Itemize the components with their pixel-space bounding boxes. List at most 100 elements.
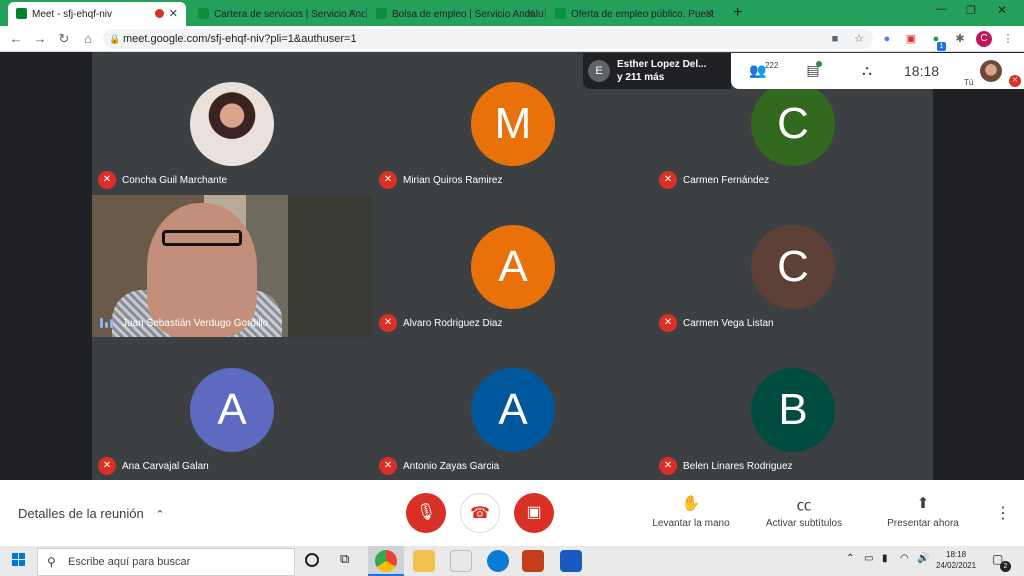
reload-button[interactable]: ↻ — [56, 31, 72, 47]
participant-tile[interactable]: B ✕ Belen Linares Rodriguez — [653, 338, 933, 480]
close-icon[interactable]: ✕ — [526, 7, 535, 20]
new-tab-button[interactable]: + — [733, 4, 742, 22]
more-options-icon[interactable]: ⋮ — [995, 503, 1011, 523]
app-icon[interactable] — [450, 550, 472, 572]
microphone-toggle-button[interactable]: 🎙 — [406, 493, 446, 533]
activities-icon[interactable]: ⛬ — [857, 60, 877, 80]
mic-off-icon: ✕ — [659, 457, 677, 475]
extension-icon[interactable]: ▣ — [903, 31, 919, 47]
meet-icon — [16, 8, 27, 19]
mic-off-icon: ✕ — [659, 314, 677, 332]
file-explorer-icon[interactable] — [413, 550, 435, 572]
chrome-icon[interactable] — [375, 550, 397, 572]
menu-icon[interactable]: ⋮ — [1000, 31, 1016, 47]
mic-off-icon: ✕ — [379, 314, 397, 332]
taskbar-search[interactable]: ⚲ Escribe aquí para buscar — [37, 548, 295, 576]
extension-badge: 1 — [937, 42, 946, 51]
camera-icon[interactable]: ■ — [827, 31, 843, 47]
battery-icon[interactable]: ▮ — [882, 553, 888, 564]
self-avatar[interactable] — [980, 60, 1002, 82]
chevron-up-icon: ⌃ — [155, 509, 165, 521]
chat-dot — [816, 61, 822, 67]
address-bar[interactable]: 🔒 meet.google.com/sfj-ehqf-niv?pli=1&aut… — [103, 29, 873, 49]
meeting-details-button[interactable]: Detalles de la reunión ⌃ — [18, 506, 165, 521]
participant-video-tile[interactable]: Juan Sebastián Verdugo Gordillo — [92, 195, 372, 337]
mic-off-icon: ✕ — [379, 171, 397, 189]
video-glasses — [162, 230, 242, 246]
back-button[interactable]: ← — [8, 31, 24, 47]
participant-avatar: A — [471, 225, 555, 309]
volume-icon[interactable]: 🔊 — [917, 553, 929, 564]
people-preview-avatar: E — [588, 60, 610, 82]
present-button[interactable]: ⬆ Presentar ahora — [868, 494, 978, 529]
tab-bolsa[interactable]: Bolsa de empleo | Servicio Andalu ✕ — [368, 2, 543, 26]
participant-name: Alvaro Rodriguez Diaz — [403, 318, 503, 329]
extension-icon[interactable]: ● — [879, 31, 895, 47]
puzzle-icon[interactable]: ✱ — [952, 31, 968, 47]
participant-name: Carmen Vega Listan — [683, 318, 774, 329]
taskbar-date: 24/02/2021 — [936, 561, 977, 570]
star-icon[interactable]: ☆ — [851, 31, 867, 47]
participant-avatar: C — [751, 225, 835, 309]
camera-toggle-button[interactable]: ▣ — [514, 493, 554, 533]
taskbar-clock[interactable]: 18:18 24/02/2021 — [936, 549, 976, 571]
mic-off-icon: ✕ — [659, 171, 677, 189]
captions-button[interactable]: ㏄ Activar subtítulos — [749, 494, 859, 529]
participant-tile[interactable]: A ✕ Ana Carvajal Galan — [92, 338, 372, 480]
hang-up-icon: ☎ — [470, 505, 490, 522]
participant-name: Ana Carvajal Galan — [122, 461, 209, 472]
mic-off-icon: ✕ — [98, 457, 116, 475]
tab-meet[interactable]: Meet - sfj-ehqf-niv ✕ — [8, 2, 186, 26]
participant-tile[interactable]: A ✕ Alvaro Rodriguez Diaz — [373, 195, 653, 337]
raise-hand-button[interactable]: ✋ Levantar la mano — [636, 494, 746, 529]
tab-oferta[interactable]: Oferta de empleo público. Puest ✕ — [547, 2, 722, 26]
participant-avatar: A — [190, 368, 274, 452]
close-icon[interactable]: ✕ — [169, 7, 178, 20]
task-view-icon[interactable]: ⧉ — [340, 551, 349, 567]
chevron-up-icon[interactable]: ⌃ — [846, 553, 854, 564]
participant-avatar: C — [751, 82, 835, 166]
notification-count: 2 — [1000, 561, 1011, 572]
taskbar-time: 18:18 — [946, 550, 967, 559]
people-preview-line1: Esther Lopez Del... — [617, 59, 707, 70]
powerpoint-icon[interactable] — [522, 550, 544, 572]
forward-button[interactable]: → — [32, 31, 48, 47]
taskbar-search-placeholder: Escribe aquí para buscar — [68, 556, 191, 568]
camera-off-icon: ▣ — [526, 504, 542, 521]
meet-tray-icon[interactable]: ▭ — [864, 553, 873, 564]
restore-button[interactable]: ❐ — [966, 4, 976, 17]
word-icon[interactable] — [560, 550, 582, 572]
minimize-button[interactable]: — — [936, 3, 947, 15]
present-icon: ⬆ — [916, 495, 930, 512]
edge-icon[interactable] — [487, 550, 509, 572]
participant-photo — [190, 82, 274, 166]
close-icon[interactable]: ✕ — [348, 7, 357, 20]
tab-cartera[interactable]: Cartera de servicios | Servicio And ✕ — [190, 2, 365, 26]
junta-icon — [555, 8, 566, 19]
close-window-button[interactable]: ✕ — [997, 3, 1007, 17]
people-preview-text: Esther Lopez Del... y 211 más — [617, 58, 706, 84]
junta-icon — [198, 8, 209, 19]
tab-title: Cartera de servicios | Servicio And — [214, 8, 365, 20]
home-button[interactable]: ⌂ — [80, 31, 96, 47]
participant-tile[interactable]: C ✕ Carmen Vega Listan — [653, 195, 933, 337]
self-label: Tú — [964, 78, 974, 87]
close-icon[interactable]: ✕ — [705, 7, 714, 20]
url-text: meet.google.com/sfj-ehqf-niv?pli=1&authu… — [123, 33, 357, 45]
people-preview-line2: y 211 más — [617, 72, 665, 83]
participant-name: Mirian Quiros Ramirez — [403, 175, 503, 186]
lock-icon: 🔒 — [109, 34, 121, 44]
windows-start-icon[interactable] — [12, 553, 26, 567]
wifi-icon[interactable]: ◠ — [900, 553, 909, 564]
profile-avatar[interactable]: C — [976, 31, 992, 47]
search-icon: ⚲ — [47, 555, 56, 569]
participant-tile[interactable]: A ✕ Antonio Zayas Garcia — [373, 338, 653, 480]
participant-name: Carmen Fernández — [683, 175, 770, 186]
leave-call-button[interactable]: ☎ — [460, 493, 500, 533]
participant-name: Juan Sebastián Verdugo Gordillo — [122, 318, 269, 329]
meeting-details-label: Detalles de la reunión — [18, 506, 144, 521]
participant-tile[interactable]: ✕ Concha Guil Marchante — [92, 52, 372, 194]
participant-name: Concha Guil Marchante — [122, 175, 228, 186]
cortana-icon[interactable] — [305, 553, 319, 567]
mic-off-icon: ✕ — [379, 457, 397, 475]
